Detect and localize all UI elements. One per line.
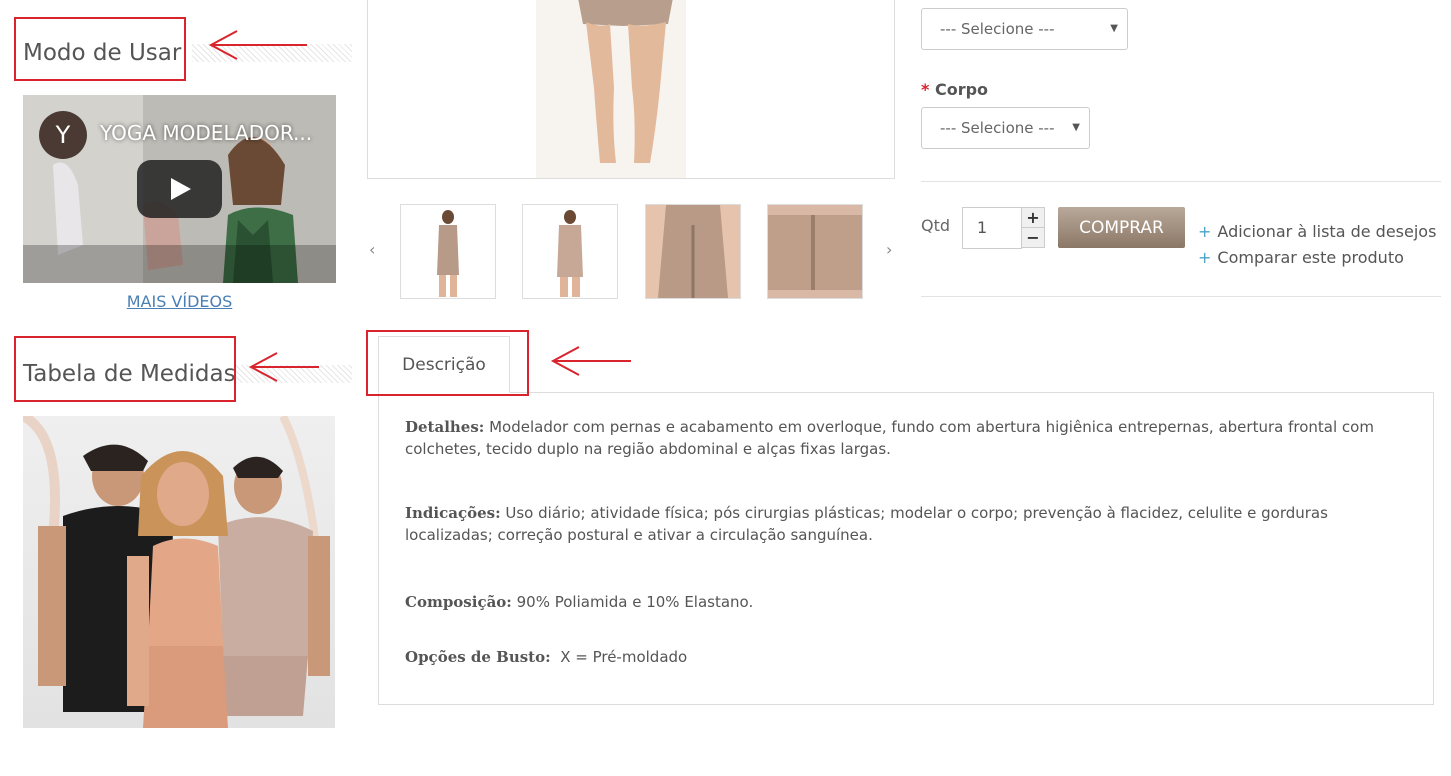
carousel-prev-icon[interactable]: ‹ — [369, 240, 375, 259]
compare-product-link[interactable]: + Comparar este produto — [1198, 248, 1404, 267]
bust-label: Opções de Busto: — [405, 648, 551, 666]
composition-text: 90% Poliamida e 10% Elastano. — [511, 593, 754, 611]
video-player[interactable]: Y YOGA MODELADOR... — [23, 95, 336, 283]
indications-label: Indicações: — [405, 504, 501, 522]
size-table-image[interactable] — [23, 416, 335, 728]
divider — [921, 296, 1441, 297]
qty-plus-button[interactable]: + — [1021, 207, 1045, 228]
bust-options-paragraph: Opções de Busto: X = Pré-moldado — [405, 646, 1405, 668]
annotation-box-how-to-use — [14, 17, 186, 81]
option-select[interactable]: --- Selecione --- ▼ — [921, 8, 1128, 50]
more-videos-link[interactable]: MAIS VÍDEOS — [23, 292, 336, 311]
buy-button[interactable]: COMPRAR — [1058, 207, 1185, 248]
details-paragraph: Detalhes: Modelador com pernas e acabame… — [405, 416, 1405, 460]
chevron-down-icon: ▼ — [1110, 23, 1118, 34]
details-label: Detalhes: — [405, 418, 485, 436]
wishlist-label: Adicionar à lista de desejos — [1217, 222, 1437, 241]
body-select[interactable]: --- Selecione --- ▼ — [921, 107, 1090, 149]
composition-paragraph: Composição: 90% Poliamida e 10% Elastano… — [405, 591, 1405, 613]
plus-icon: + — [1198, 222, 1212, 241]
annotation-arrow-icon — [550, 346, 631, 376]
annotation-box-description — [366, 330, 529, 396]
product-thumbnail-2[interactable] — [522, 204, 618, 299]
divider — [921, 181, 1441, 182]
indications-text: Uso diário; atividade física; pós cirurg… — [405, 504, 1328, 544]
details-text: Modelador com pernas e acabamento em ove… — [405, 418, 1374, 458]
video-title[interactable]: YOGA MODELADOR... — [100, 121, 312, 145]
body-label: * Corpo — [921, 80, 988, 99]
bust-text: X = Pré-moldado — [550, 648, 688, 666]
option-select-value: --- Selecione --- — [940, 20, 1055, 38]
body-label-text: Corpo — [934, 80, 989, 99]
play-icon[interactable] — [137, 160, 222, 218]
qty-input[interactable]: 1 — [962, 207, 1022, 249]
product-main-image[interactable] — [367, 0, 895, 179]
annotation-box-size-table — [14, 336, 236, 402]
indications-paragraph: Indicações: Uso diário; atividade física… — [405, 502, 1405, 546]
product-thumbnail-4[interactable] — [767, 204, 863, 299]
product-thumbnail-1[interactable] — [400, 204, 496, 299]
composition-label: Composição: — [405, 593, 512, 611]
body-select-value: --- Selecione --- — [940, 119, 1055, 137]
required-marker: * — [921, 80, 930, 99]
add-to-wishlist-link[interactable]: + Adicionar à lista de desejos — [1198, 222, 1436, 241]
channel-avatar[interactable]: Y — [39, 111, 87, 159]
product-thumbnail-3[interactable] — [645, 204, 741, 299]
compare-label: Comparar este produto — [1217, 248, 1404, 267]
annotation-arrow-icon — [208, 30, 307, 60]
chevron-down-icon: ▼ — [1072, 122, 1080, 133]
carousel-next-icon[interactable]: › — [886, 240, 892, 259]
qty-label: Qtd — [921, 216, 951, 235]
plus-icon: + — [1198, 248, 1212, 267]
annotation-arrow-icon — [248, 352, 319, 382]
qty-minus-button[interactable]: − — [1021, 227, 1045, 248]
